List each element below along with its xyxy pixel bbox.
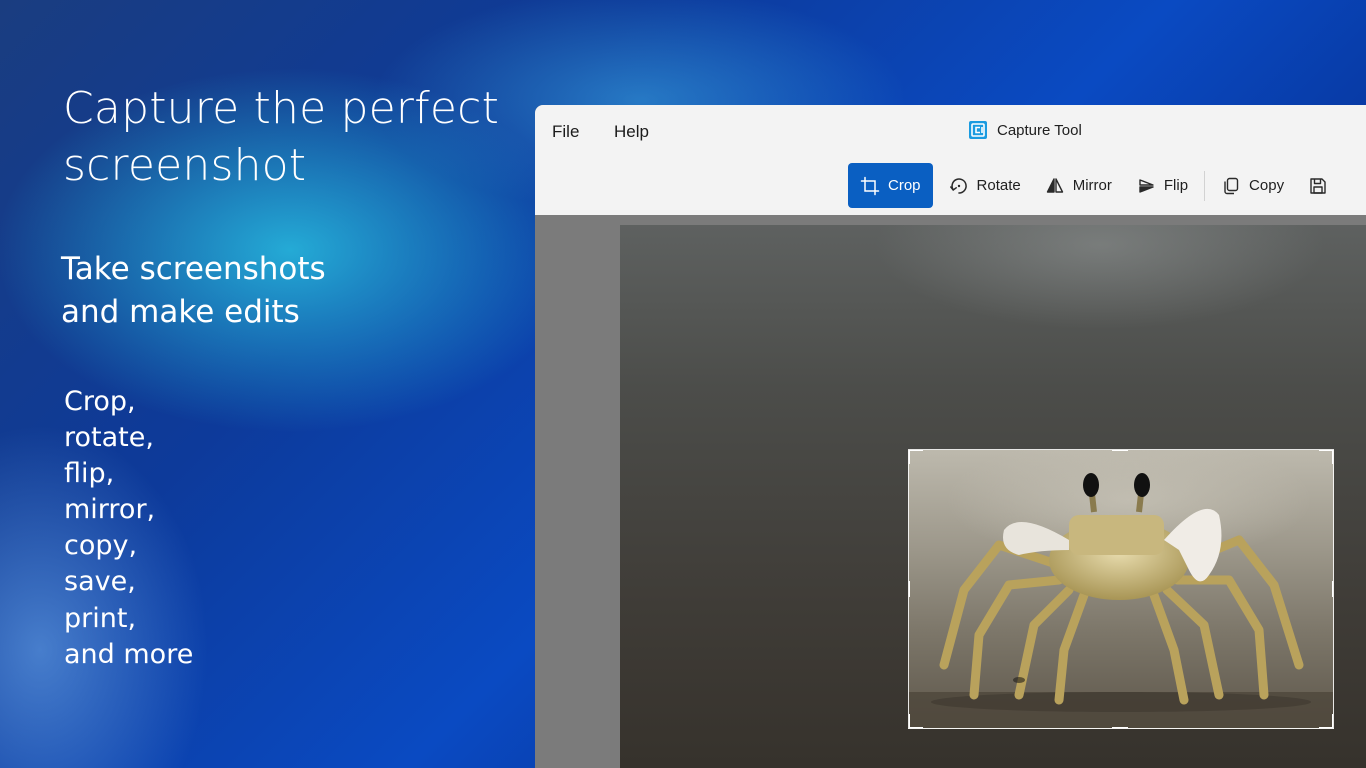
- toolbar-separator: [1204, 170, 1206, 201]
- feature-item: flip,: [64, 458, 115, 490]
- feature-item: print,: [64, 602, 137, 634]
- crop-button[interactable]: Crop: [848, 163, 933, 208]
- menu-help[interactable]: Help: [614, 122, 649, 142]
- feature-item: copy,: [64, 530, 138, 562]
- flip-button[interactable]: Flip: [1124, 163, 1200, 208]
- crop-handle-right[interactable]: [1332, 581, 1333, 597]
- crop-handle-top-left[interactable]: [909, 450, 910, 464]
- mirror-icon: [1046, 177, 1063, 193]
- feature-item: rotate,: [64, 422, 154, 454]
- crop-handle-bottom-left[interactable]: [909, 714, 910, 728]
- copy-icon: [1224, 177, 1239, 194]
- capture-tool-logo-icon: [969, 121, 987, 139]
- app-title: Capture Tool: [969, 121, 1082, 139]
- save-button[interactable]: [1296, 163, 1340, 208]
- flip-icon: [1139, 178, 1154, 193]
- menu-file[interactable]: File: [552, 122, 579, 142]
- crab-photo: [909, 473, 1333, 728]
- crop-icon: [860, 176, 880, 195]
- promo-subtitle: Take screenshots and make edits: [61, 251, 326, 330]
- mirror-button[interactable]: Mirror: [1033, 163, 1124, 208]
- crop-handle-bottom-left[interactable]: [909, 727, 923, 728]
- rotate-button[interactable]: Rotate: [937, 163, 1033, 208]
- photo-canvas: [620, 225, 1366, 768]
- feature-item: save,: [64, 566, 136, 598]
- app-window: File Help Capture Tool Crop Rotate Mirro…: [535, 105, 1366, 768]
- mirror-label: Mirror: [1072, 177, 1112, 194]
- crop-handle-bottom[interactable]: [1112, 727, 1128, 728]
- toolbar: Crop Rotate Mirror Flip Copy: [848, 163, 1340, 208]
- copy-label: Copy: [1249, 177, 1285, 194]
- feature-item: Crop,: [64, 386, 136, 417]
- canvas-area: [535, 215, 1366, 768]
- crop-handle-bottom-right[interactable]: [1332, 714, 1333, 728]
- app-title-text: Capture Tool: [997, 121, 1082, 139]
- promo-title: Capture the perfect screenshot: [63, 83, 500, 191]
- rotate-icon: [949, 177, 967, 194]
- rotate-label: Rotate: [976, 177, 1021, 194]
- feature-item: and more: [64, 638, 194, 670]
- crop-label: Crop: [888, 177, 921, 194]
- save-icon: [1310, 177, 1326, 194]
- crop-handle-left[interactable]: [909, 581, 910, 597]
- flip-label: Flip: [1163, 177, 1189, 194]
- crop-handle-top-right[interactable]: [1332, 450, 1333, 464]
- crop-region[interactable]: [908, 449, 1334, 729]
- feature-item: mirror,: [64, 494, 156, 526]
- feature-list: Crop, rotate, flip, mirror, copy, save, …: [64, 384, 193, 673]
- crop-handle-top[interactable]: [1112, 450, 1128, 451]
- crop-handle-top-left[interactable]: [909, 450, 923, 451]
- copy-button[interactable]: Copy: [1209, 163, 1296, 208]
- title-bar: File Help Capture Tool Crop Rotate Mirro…: [535, 105, 1366, 216]
